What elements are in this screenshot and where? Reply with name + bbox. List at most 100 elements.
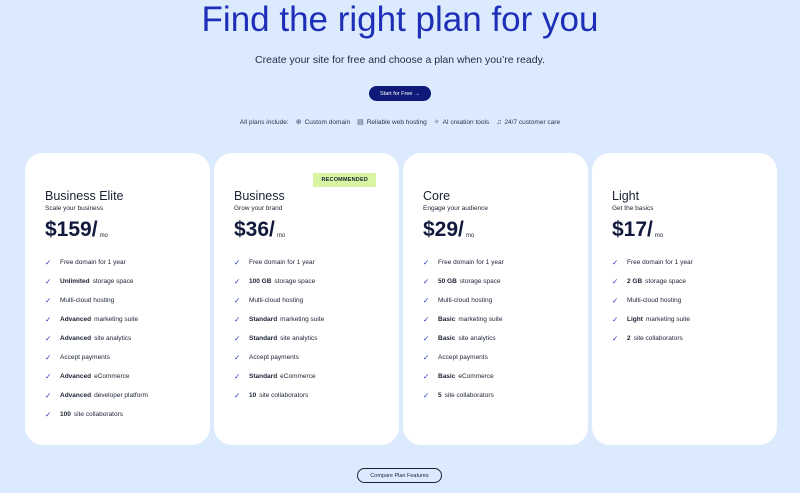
feature-text: site collaborators xyxy=(444,392,494,399)
feature-item: ✓ Multi-cloud hosting xyxy=(612,291,693,310)
feature-item: ✓ Accept payments xyxy=(423,348,504,367)
headset-icon: ♫ xyxy=(496,118,502,126)
feature-text: storage space xyxy=(645,278,687,285)
feature-list: ✓ Free domain for 1 year ✓ 50 GB storage sp… xyxy=(423,253,504,405)
server-icon: ▤ xyxy=(357,119,364,126)
check-icon: ✓ xyxy=(423,334,430,343)
price-amount: $17/ xyxy=(612,218,653,241)
feature-highlight: 5 xyxy=(438,392,442,399)
check-icon: ✓ xyxy=(45,296,52,305)
feature-text: Accept payments xyxy=(438,354,488,361)
plan-name: Business xyxy=(234,189,285,203)
feature-text: site collaborators xyxy=(73,411,123,418)
feature-item: ✓ 2 GB storage space xyxy=(612,272,693,291)
include-item: ♫ 24/7 customer care xyxy=(496,119,560,126)
feature-item: ✓ Light marketing suite xyxy=(612,310,693,329)
check-icon: ✓ xyxy=(45,258,52,267)
feature-highlight: 10 xyxy=(249,392,257,399)
feature-text: storage space xyxy=(274,278,316,285)
plan-price: $159/ mo xyxy=(45,217,108,243)
feature-text: site collaborators xyxy=(633,335,683,342)
feature-text: site analytics xyxy=(458,335,496,342)
plan-card[interactable]: Business Elite Scale your business $159/ … xyxy=(25,153,210,445)
check-icon: ✓ xyxy=(423,353,430,362)
check-icon: ✓ xyxy=(612,334,619,343)
check-icon: ✓ xyxy=(45,391,52,400)
price-period: mo xyxy=(99,233,108,239)
feature-text: Free domain for 1 year xyxy=(249,259,315,266)
feature-highlight: Advanced xyxy=(60,335,92,342)
feature-highlight: Basic xyxy=(438,316,456,323)
plan-tagline: Get the basics xyxy=(612,205,654,212)
include-item-label: 24/7 customer care xyxy=(504,118,561,126)
include-item: ⊕ Custom domain xyxy=(295,118,350,127)
plan-name: Light xyxy=(612,189,640,203)
feature-item: ✓ 2 site collaborators xyxy=(612,329,693,348)
plan-price: $36/ mo xyxy=(234,217,285,243)
compare-plan-features-button[interactable]: Compare Plan Features xyxy=(357,468,442,483)
feature-item: ✓ Standard site analytics xyxy=(234,329,324,348)
feature-item: ✓ Unlimited storage space xyxy=(45,272,148,291)
feature-highlight: 50 GB xyxy=(438,278,457,285)
plan-card[interactable]: Light Get the basics $17/ mo ✓ Free domain… xyxy=(592,153,777,445)
check-icon: ✓ xyxy=(234,258,241,267)
check-icon: ✓ xyxy=(234,353,241,362)
globe-icon: ⊕ xyxy=(295,119,302,126)
check-icon: ✓ xyxy=(612,315,619,324)
plans-include-label: All plans include: xyxy=(239,118,289,126)
feature-item: ✓ Basic site analytics xyxy=(423,329,504,348)
include-item-label: AI creation tools xyxy=(442,118,490,126)
check-icon: ✓ xyxy=(423,372,430,381)
feature-item: ✓ Advanced marketing suite xyxy=(45,310,148,329)
include-item: ✧ AI creation tools xyxy=(434,118,490,127)
check-icon: ✓ xyxy=(234,391,241,400)
feature-text: site analytics xyxy=(94,335,132,342)
feature-text: storage space xyxy=(459,278,501,285)
feature-text: site analytics xyxy=(280,335,318,342)
price-amount: $29/ xyxy=(423,218,464,241)
plan-tagline: Scale your business xyxy=(45,205,104,212)
feature-item: ✓ Basic marketing suite xyxy=(423,310,504,329)
check-icon: ✓ xyxy=(423,277,430,286)
feature-text: site collaborators xyxy=(259,392,309,399)
feature-highlight: Advanced xyxy=(60,373,92,380)
feature-item: ✓ Standard eCommerce xyxy=(234,367,324,386)
feature-item: ✓ 10 site collaborators xyxy=(234,386,324,405)
price-period: mo xyxy=(654,233,664,239)
plan-card[interactable]: Core Engage your audience $29/ mo ✓ Free d… xyxy=(403,153,588,445)
feature-item: ✓ Standard marketing suite xyxy=(234,310,324,329)
page-title: Find the right plan for you xyxy=(201,0,599,39)
feature-text: Free domain for 1 year xyxy=(627,259,693,266)
check-icon: ✓ xyxy=(45,410,52,419)
check-icon: ✓ xyxy=(423,315,430,324)
plan-name: Core xyxy=(423,189,451,203)
price-amount: $36/ xyxy=(234,218,275,241)
check-icon: ✓ xyxy=(45,353,52,362)
start-for-free-button[interactable]: Start for Free → xyxy=(369,86,431,101)
plan-card[interactable]: RECOMMENDED Business Grow your brand $36/ … xyxy=(214,153,399,445)
plans-include-bar: All plans include: ⊕ Custom domain ▤ Rel… xyxy=(0,118,800,127)
feature-highlight: Light xyxy=(627,316,643,323)
plan-name: Business Elite xyxy=(45,189,124,203)
check-icon: ✓ xyxy=(612,258,619,267)
feature-text: eCommerce xyxy=(458,373,494,380)
feature-item: ✓ Basic eCommerce xyxy=(423,367,504,386)
check-icon: ✓ xyxy=(45,277,52,286)
feature-item: ✓ Advanced site analytics xyxy=(45,329,148,348)
feature-text: Free domain for 1 year xyxy=(438,259,504,266)
check-icon: ✓ xyxy=(612,296,619,305)
feature-item: ✓ Multi-cloud hosting xyxy=(45,291,148,310)
feature-text: Accept payments xyxy=(60,354,110,361)
feature-text: marketing suite xyxy=(280,316,325,323)
feature-highlight: 2 xyxy=(627,335,631,342)
arrow-right-icon: → xyxy=(414,90,420,97)
plan-tagline: Grow your brand xyxy=(234,205,283,212)
feature-item: ✓ Accept payments xyxy=(45,348,148,367)
feature-highlight: 2 GB xyxy=(627,278,643,285)
check-icon: ✓ xyxy=(423,391,430,400)
feature-item: ✓ Free domain for 1 year xyxy=(234,253,324,272)
feature-item: ✓ 5 site collaborators xyxy=(423,386,504,405)
plan-price: $17/ mo xyxy=(612,217,663,243)
include-item-label: Reliable web hosting xyxy=(366,118,427,126)
plan-price: $29/ mo xyxy=(423,217,474,243)
